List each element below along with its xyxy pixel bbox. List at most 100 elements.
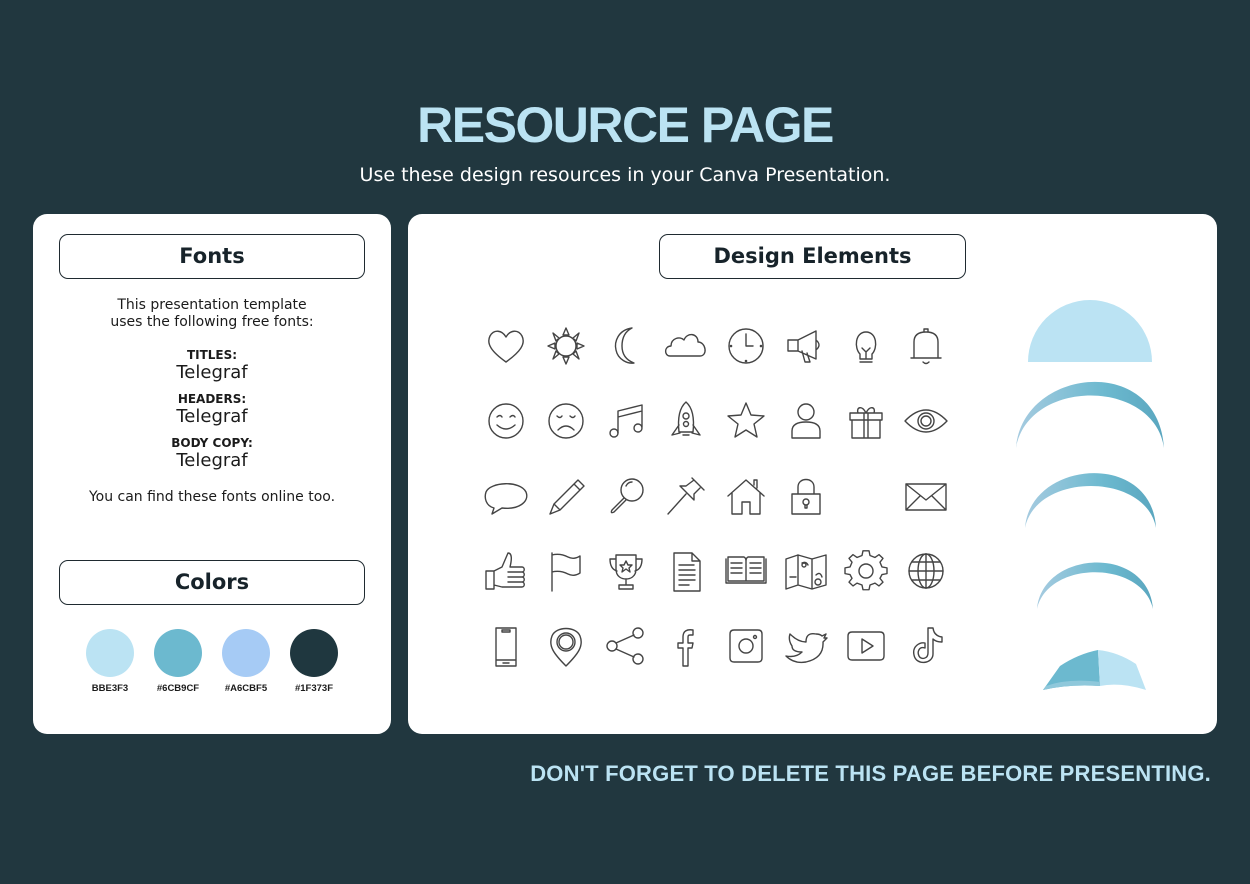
fonts-outro: You can find these fonts online too. [88,489,336,505]
fonts-intro-line: uses the following free fonts: [110,314,314,330]
arc-shape-small[interactable] [1037,562,1153,609]
home-icon[interactable] [716,476,776,516]
wave-fold-shape[interactable] [1098,650,1146,690]
design-elements-heading: Design Elements [659,234,966,279]
pushpin-icon[interactable] [656,476,716,516]
sun-icon-glyph [547,327,585,365]
decorative-shapes [1016,300,1164,690]
color-swatch[interactable]: #1F373F [290,629,338,694]
sad-face-icon-glyph [548,403,584,439]
pushpin-icon-glyph [667,477,705,515]
fonts-info: This presentation template uses the foll… [33,297,391,506]
flag-icon-glyph [551,552,581,592]
map-icon[interactable] [776,551,836,591]
magnifier-icon-glyph [610,478,644,514]
cloud-icon[interactable] [656,326,716,366]
star-icon-glyph [727,402,765,438]
smartphone-icon[interactable] [476,626,536,667]
color-swatch[interactable]: #6CB9CF [154,629,202,694]
tiktok-icon-glyph [912,627,943,664]
flag-icon[interactable] [536,551,596,592]
share-icon[interactable] [596,626,656,666]
moon-icon-glyph [614,327,635,364]
half-circle-shape[interactable] [1028,300,1152,362]
twitter-icon[interactable] [776,626,836,666]
instagram-icon-glyph [729,629,763,663]
gear-icon[interactable] [836,550,896,591]
delete-page-notice: DON'T FORGET TO DELETE THIS PAGE BEFORE … [530,761,1211,786]
padlock-icon[interactable] [776,476,836,516]
eye-icon[interactable] [896,401,956,441]
pencil-icon-glyph [549,479,585,515]
music-note-icon-glyph [609,404,643,438]
facebook-icon[interactable] [656,626,716,667]
fonts-intro-line: This presentation template [117,297,307,313]
colors-heading: Colors [59,560,365,605]
lightbulb-icon-glyph [855,331,877,363]
thumbs-up-icon-glyph [485,552,525,590]
color-swatch-dot[interactable] [154,629,202,677]
font-entry-body: BODY COPY: Telegraf [33,436,391,472]
fonts-intro: This presentation template uses the foll… [33,297,391,331]
font-entry-titles: TITLES: Telegraf [33,349,391,384]
map-icon-glyph [785,554,827,590]
document-icon-glyph [673,552,701,592]
fonts-heading: Fonts [59,234,365,279]
open-book-icon[interactable] [716,551,776,591]
color-swatch[interactable]: BBE3F3 [86,629,134,694]
font-entry-name: Telegraf [176,362,248,383]
location-pin-icon-glyph [550,627,582,667]
arc-shape-medium[interactable] [1025,473,1156,528]
page-subtitle: Use these design resources in your Canva… [359,164,891,186]
cloud-icon-glyph [664,333,706,357]
document-icon[interactable] [656,551,716,592]
gear-icon-glyph [844,550,888,591]
sad-face-icon[interactable] [536,401,596,441]
moon-icon[interactable] [596,326,656,366]
arc-shape-large[interactable] [1016,381,1164,448]
color-swatch-label: #6CB9CF [156,683,200,694]
magnifier-icon[interactable] [596,476,656,516]
font-entry-headers: HEADERS: Telegraf [33,392,391,428]
megaphone-icon-glyph [787,330,820,363]
heart-icon[interactable] [476,326,536,366]
user-icon[interactable] [776,401,836,441]
color-swatch[interactable]: #A6CBF5 [222,629,270,694]
instagram-icon[interactable] [716,626,776,666]
trophy-icon-glyph [609,554,643,590]
trophy-icon[interactable] [596,551,656,591]
page-title: RESOURCE PAGE [417,97,834,153]
user-icon-glyph [791,403,821,439]
color-swatch-dot[interactable] [86,629,134,677]
youtube-icon[interactable] [836,626,896,666]
icon-grid [476,326,956,667]
clock-icon[interactable] [716,326,776,366]
rocket-icon[interactable] [656,401,716,441]
smiley-icon[interactable] [476,401,536,441]
font-entry-name: Telegraf [176,450,248,471]
bell-icon[interactable] [896,326,956,366]
color-swatch-dot[interactable] [222,629,270,677]
gift-icon[interactable] [836,401,896,441]
globe-icon[interactable] [896,551,956,591]
bell-icon-glyph [910,328,942,365]
color-swatch-dot[interactable] [290,629,338,677]
star-icon[interactable] [716,401,776,441]
location-pin-icon[interactable] [536,626,596,667]
tiktok-icon[interactable] [896,626,956,666]
font-entry-name: Telegraf [176,406,248,427]
speech-bubble-icon[interactable] [476,476,536,516]
envelope-icon-glyph [905,483,947,511]
font-entry-label: BODY COPY: [171,436,253,450]
music-note-icon[interactable] [596,401,656,441]
lightbulb-icon[interactable] [836,326,896,366]
padlock-icon-glyph [791,478,821,515]
facebook-icon-glyph [677,629,694,667]
pencil-icon[interactable] [536,476,596,516]
font-entry-label: HEADERS: [177,392,247,406]
megaphone-icon[interactable] [776,326,836,366]
open-book-icon-glyph [725,556,767,584]
sun-icon[interactable] [536,326,596,366]
envelope-icon[interactable] [896,476,956,516]
thumbs-up-icon[interactable] [476,551,536,591]
